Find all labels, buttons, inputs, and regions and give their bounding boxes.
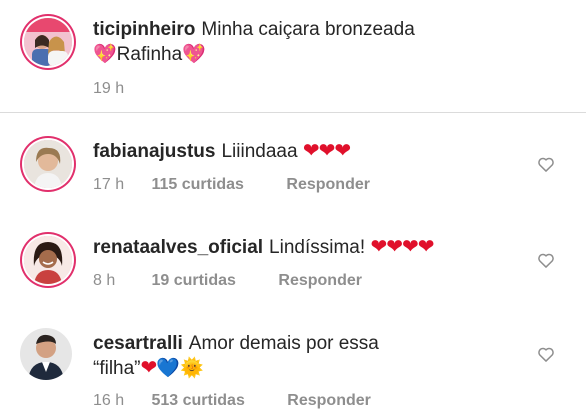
avatar-image [24,140,72,188]
heart-outline-icon[interactable] [536,344,556,364]
comment-body: Amor demais por essa [188,333,379,354]
heart-emoji: ❤ [140,357,158,379]
heart-emoji: 💖 [182,44,206,65]
avatar-image [24,236,72,284]
avatar[interactable] [24,140,72,188]
caption-meta: 19 h [93,80,124,98]
comment-text: fabianajustus Liiindaaa ❤❤❤ [93,139,516,164]
avatar[interactable] [24,18,72,66]
heart-outline-icon[interactable] [536,154,556,174]
caption-line1: Minha caiçara bronzeada [201,19,415,40]
avatar-image [20,328,72,380]
avatar-image [24,18,72,66]
heart-emoji: 💖 [93,44,117,65]
caption-username[interactable]: ticipinheiro [93,19,195,40]
comment-body-line2: “filha” [93,358,141,379]
divider [0,112,586,113]
comment-meta: 8 h 19 curtidas Responder [93,272,362,290]
comment-body: Lindíssima! [269,237,366,258]
reply-button[interactable]: Responder [278,272,362,290]
heart-emoji: ❤❤❤ [302,140,351,162]
sun-emoji: 🌞 [179,358,204,379]
comment-username[interactable]: fabianajustus [93,141,215,162]
heart-emoji: ❤❤❤❤ [370,236,434,258]
comment-username[interactable]: cesartralli [93,333,183,354]
comment-text: renataalves_oficial Lindíssima! ❤❤❤❤ [93,235,516,260]
caption-text: ticipinheiro Minha caiçara bronzeada 💖Raf… [93,17,516,67]
heart-outline-icon[interactable] [536,250,556,270]
comment-time: 16 h [93,392,125,409]
comment-time: 17 h [93,176,125,193]
comment-likes[interactable]: 19 curtidas [151,272,235,290]
comment-body: Liiindaaa [221,141,298,162]
comment-time: 8 h [93,272,116,289]
comment-username[interactable]: renataalves_oficial [93,237,263,258]
reply-button[interactable]: Responder [286,176,370,194]
reply-button[interactable]: Responder [287,392,371,410]
avatar[interactable] [24,236,72,284]
avatar[interactable] [20,328,72,380]
comment-meta: 17 h 115 curtidas Responder [93,176,370,194]
blue-heart-emoji: 💙 [156,358,180,379]
comment-likes[interactable]: 513 curtidas [151,392,244,410]
caption-time: 19 h [93,80,125,97]
comment-meta: 16 h 513 curtidas Responder [93,392,371,410]
comment-likes[interactable]: 115 curtidas [151,176,244,194]
post-caption: ticipinheiro Minha caiçara bronzeada 💖Raf… [0,0,586,112]
comment-text: cesartralli Amor demais por essa “filha”❤… [93,331,516,381]
caption-line2-name: Rafinha [116,44,183,65]
